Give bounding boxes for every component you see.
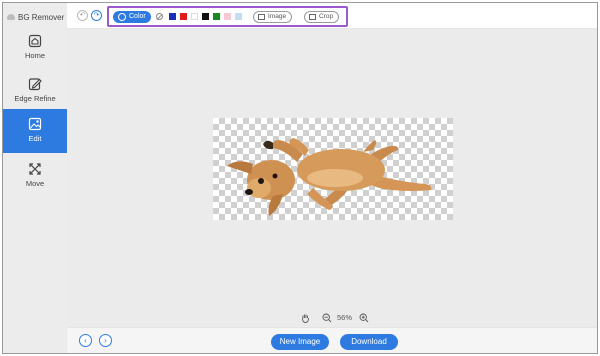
bottom-bar: ‹ › New Image Download (67, 327, 597, 353)
zoom-bar: 56% (67, 309, 597, 327)
top-toolbar: ↶ ↷ Color Image Crop (67, 3, 597, 29)
swatch-blue[interactable] (169, 13, 176, 20)
image-button-label: Image (268, 13, 287, 20)
zoom-in-icon[interactable] (359, 313, 369, 323)
edit-image-icon (28, 117, 42, 131)
swatch-light-blue[interactable] (235, 13, 242, 20)
edge-refine-icon (28, 78, 42, 91)
redo-icon: ↷ (93, 12, 100, 19)
previous-button[interactable]: ‹ (79, 334, 92, 347)
palette-icon (118, 13, 126, 21)
move-icon (29, 163, 41, 175)
undo-button[interactable]: ↶ (77, 10, 88, 21)
sidebar-item-move[interactable]: Move (3, 158, 67, 198)
sidebar-item-edge-refine[interactable]: Edge Refine (3, 73, 67, 113)
cloud-logo-icon (7, 14, 15, 20)
new-image-button[interactable]: New Image (271, 334, 329, 350)
sidebar-item-edit[interactable]: Edit (3, 109, 67, 153)
swatch-red[interactable] (180, 13, 187, 20)
next-button[interactable]: › (99, 334, 112, 347)
sidebar-item-label: Edge Refine (14, 94, 56, 103)
undo-icon: ↶ (79, 12, 86, 19)
redo-button[interactable]: ↷ (91, 10, 102, 21)
crop-button-label: Crop (319, 13, 334, 20)
home-icon (28, 34, 42, 48)
app-title: BG Remover (7, 13, 64, 22)
sidebar-item-label: Home (24, 51, 45, 60)
sidebar-item-label: Move (25, 179, 45, 188)
dog-photo (227, 138, 432, 216)
app-window: BG Remover Home Edge Refine Edit Move ↶ … (2, 2, 598, 354)
download-button[interactable]: Download (340, 334, 398, 350)
sidebar: BG Remover Home Edge Refine Edit Move (3, 3, 67, 353)
sidebar-item-label: Edit (28, 134, 42, 143)
image-canvas[interactable] (67, 29, 597, 309)
chevron-right-icon: › (104, 336, 107, 345)
sidebar-item-home[interactable]: Home (3, 30, 67, 70)
image-icon (258, 14, 265, 20)
transparent-background (213, 118, 453, 220)
swatch-green[interactable] (213, 13, 220, 20)
hand-pan-icon[interactable] (301, 313, 310, 323)
no-color-swatch[interactable] (156, 13, 163, 20)
app-title-text: BG Remover (18, 13, 65, 22)
color-button-label: Color (129, 13, 146, 20)
chevron-left-icon: ‹ (84, 336, 87, 345)
crop-icon (309, 14, 316, 20)
zoom-out-icon[interactable] (322, 313, 332, 323)
swatch-black[interactable] (202, 13, 209, 20)
edit-toolbox: Color Image Crop (107, 6, 348, 27)
crop-button[interactable]: Crop (304, 11, 340, 23)
swatch-pink[interactable] (224, 13, 231, 20)
zoom-level: 56% (337, 313, 353, 322)
color-button[interactable]: Color (113, 11, 151, 23)
swatch-white[interactable] (191, 13, 198, 20)
image-button[interactable]: Image (253, 11, 293, 23)
